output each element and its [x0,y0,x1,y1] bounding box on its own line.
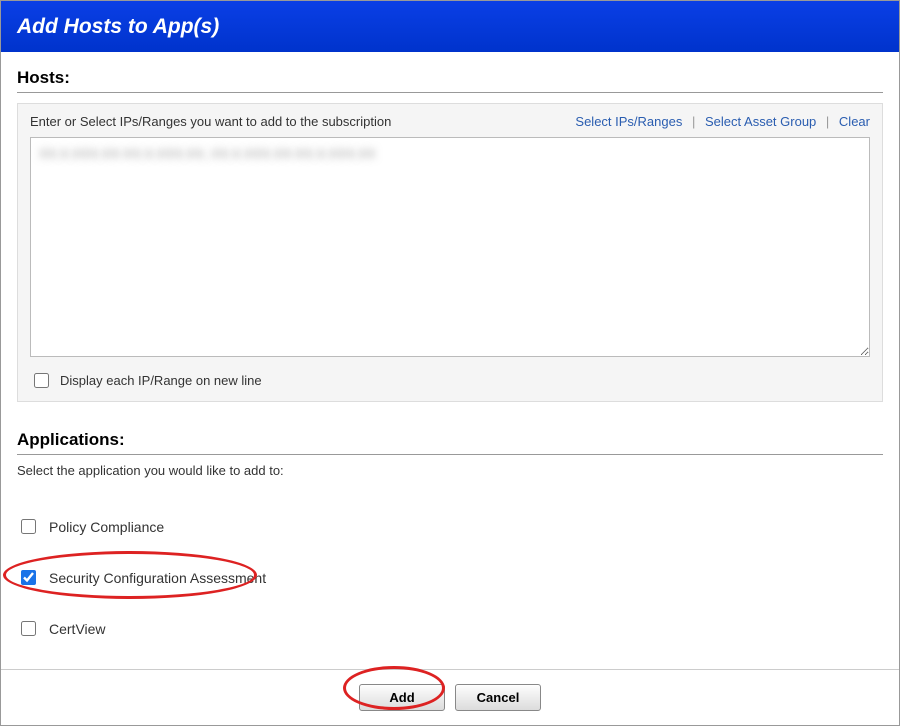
dialog-title: Add Hosts to App(s) [17,15,219,38]
hosts-panel: Enter or Select IPs/Ranges you want to a… [17,103,883,402]
link-separator: | [692,114,695,129]
checkbox-certview[interactable] [21,621,36,636]
cancel-button[interactable]: Cancel [455,684,541,711]
hosts-section-title: Hosts: [17,68,883,93]
applications-instructions: Select the application you would like to… [17,463,883,478]
clear-link[interactable]: Clear [839,114,870,129]
checkbox-policy-compliance[interactable] [21,519,36,534]
hosts-links: Select IPs/Ranges | Select Asset Group |… [575,114,870,129]
hosts-textarea[interactable] [30,137,870,357]
applications-options: Policy Compliance Security Configuration… [17,516,883,639]
display-each-row: Display each IP/Range on new line [30,370,870,391]
hosts-instructions: Enter or Select IPs/Ranges you want to a… [30,114,391,129]
link-separator: | [826,114,829,129]
display-each-label: Display each IP/Range on new line [60,373,262,388]
select-asset-group-link[interactable]: Select Asset Group [705,114,816,129]
display-each-checkbox[interactable] [34,373,49,388]
dialog-content: Hosts: Enter or Select IPs/Ranges you wa… [1,52,899,669]
app-option-certview: CertView [17,618,883,639]
dialog-header: Add Hosts to App(s) [1,1,899,52]
label-policy-compliance: Policy Compliance [49,519,164,535]
dialog-add-hosts: Add Hosts to App(s) Hosts: Enter or Sele… [0,0,900,726]
applications-section-title: Applications: [17,430,883,455]
label-certview: CertView [49,621,106,637]
dialog-footer: Add Cancel [1,669,899,725]
add-button[interactable]: Add [359,684,445,711]
app-option-security-configuration-assessment: Security Configuration Assessment [17,567,883,588]
hosts-top-row: Enter or Select IPs/Ranges you want to a… [30,114,870,129]
checkbox-security-configuration-assessment[interactable] [21,570,36,585]
select-ips-link[interactable]: Select IPs/Ranges [575,114,682,129]
label-security-configuration-assessment: Security Configuration Assessment [49,570,266,586]
app-option-policy-compliance: Policy Compliance [17,516,883,537]
